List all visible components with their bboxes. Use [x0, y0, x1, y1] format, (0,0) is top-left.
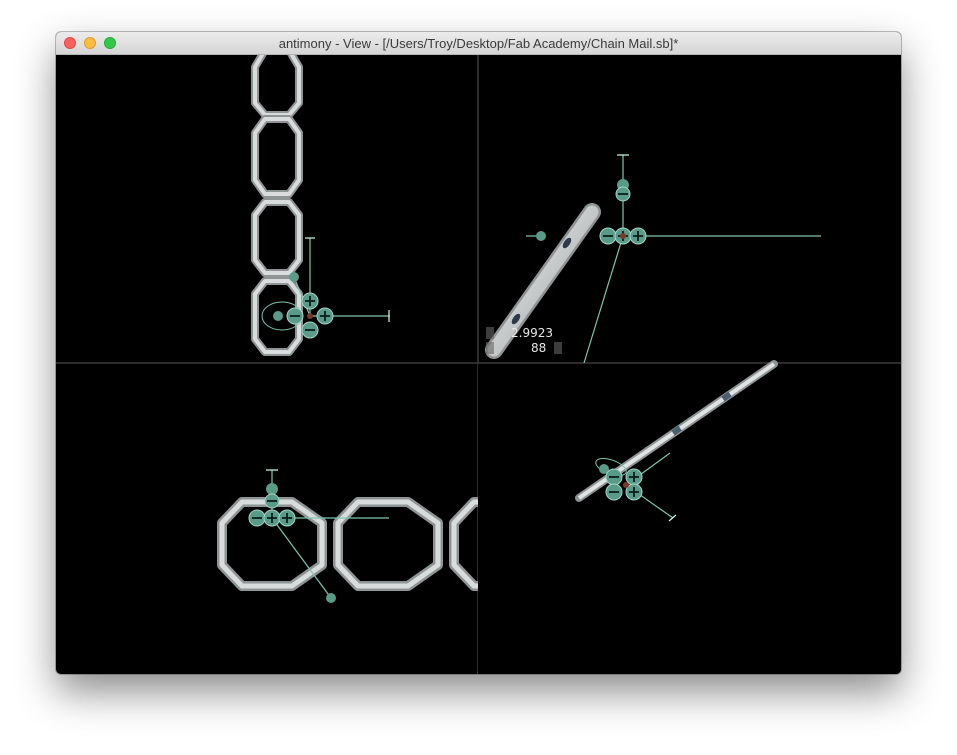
chain-link — [251, 198, 303, 277]
title-bar[interactable]: antimony - View - [/Users/Troy/Desktop/F… — [56, 32, 901, 55]
transform-gizmo[interactable] — [261, 237, 390, 339]
transform-gizmo[interactable] — [526, 154, 821, 364]
top-left-view[interactable] — [251, 55, 390, 356]
window-title: antimony - View - [/Users/Troy/Desktop/F… — [278, 36, 679, 51]
app-window: antimony - View - [/Users/Troy/Desktop/F… — [56, 32, 901, 674]
viewport-canvas[interactable]: 2.9923 88 — [56, 55, 901, 674]
top-right-view[interactable]: 2.9923 88 — [485, 154, 821, 364]
readout-line-2: 88 — [531, 341, 546, 355]
readout-line-1: 2.9923 — [511, 326, 553, 340]
bottom-left-view[interactable] — [217, 364, 901, 674]
chain-link — [251, 115, 303, 198]
chain-link — [251, 55, 303, 119]
chain-link — [333, 497, 443, 591]
